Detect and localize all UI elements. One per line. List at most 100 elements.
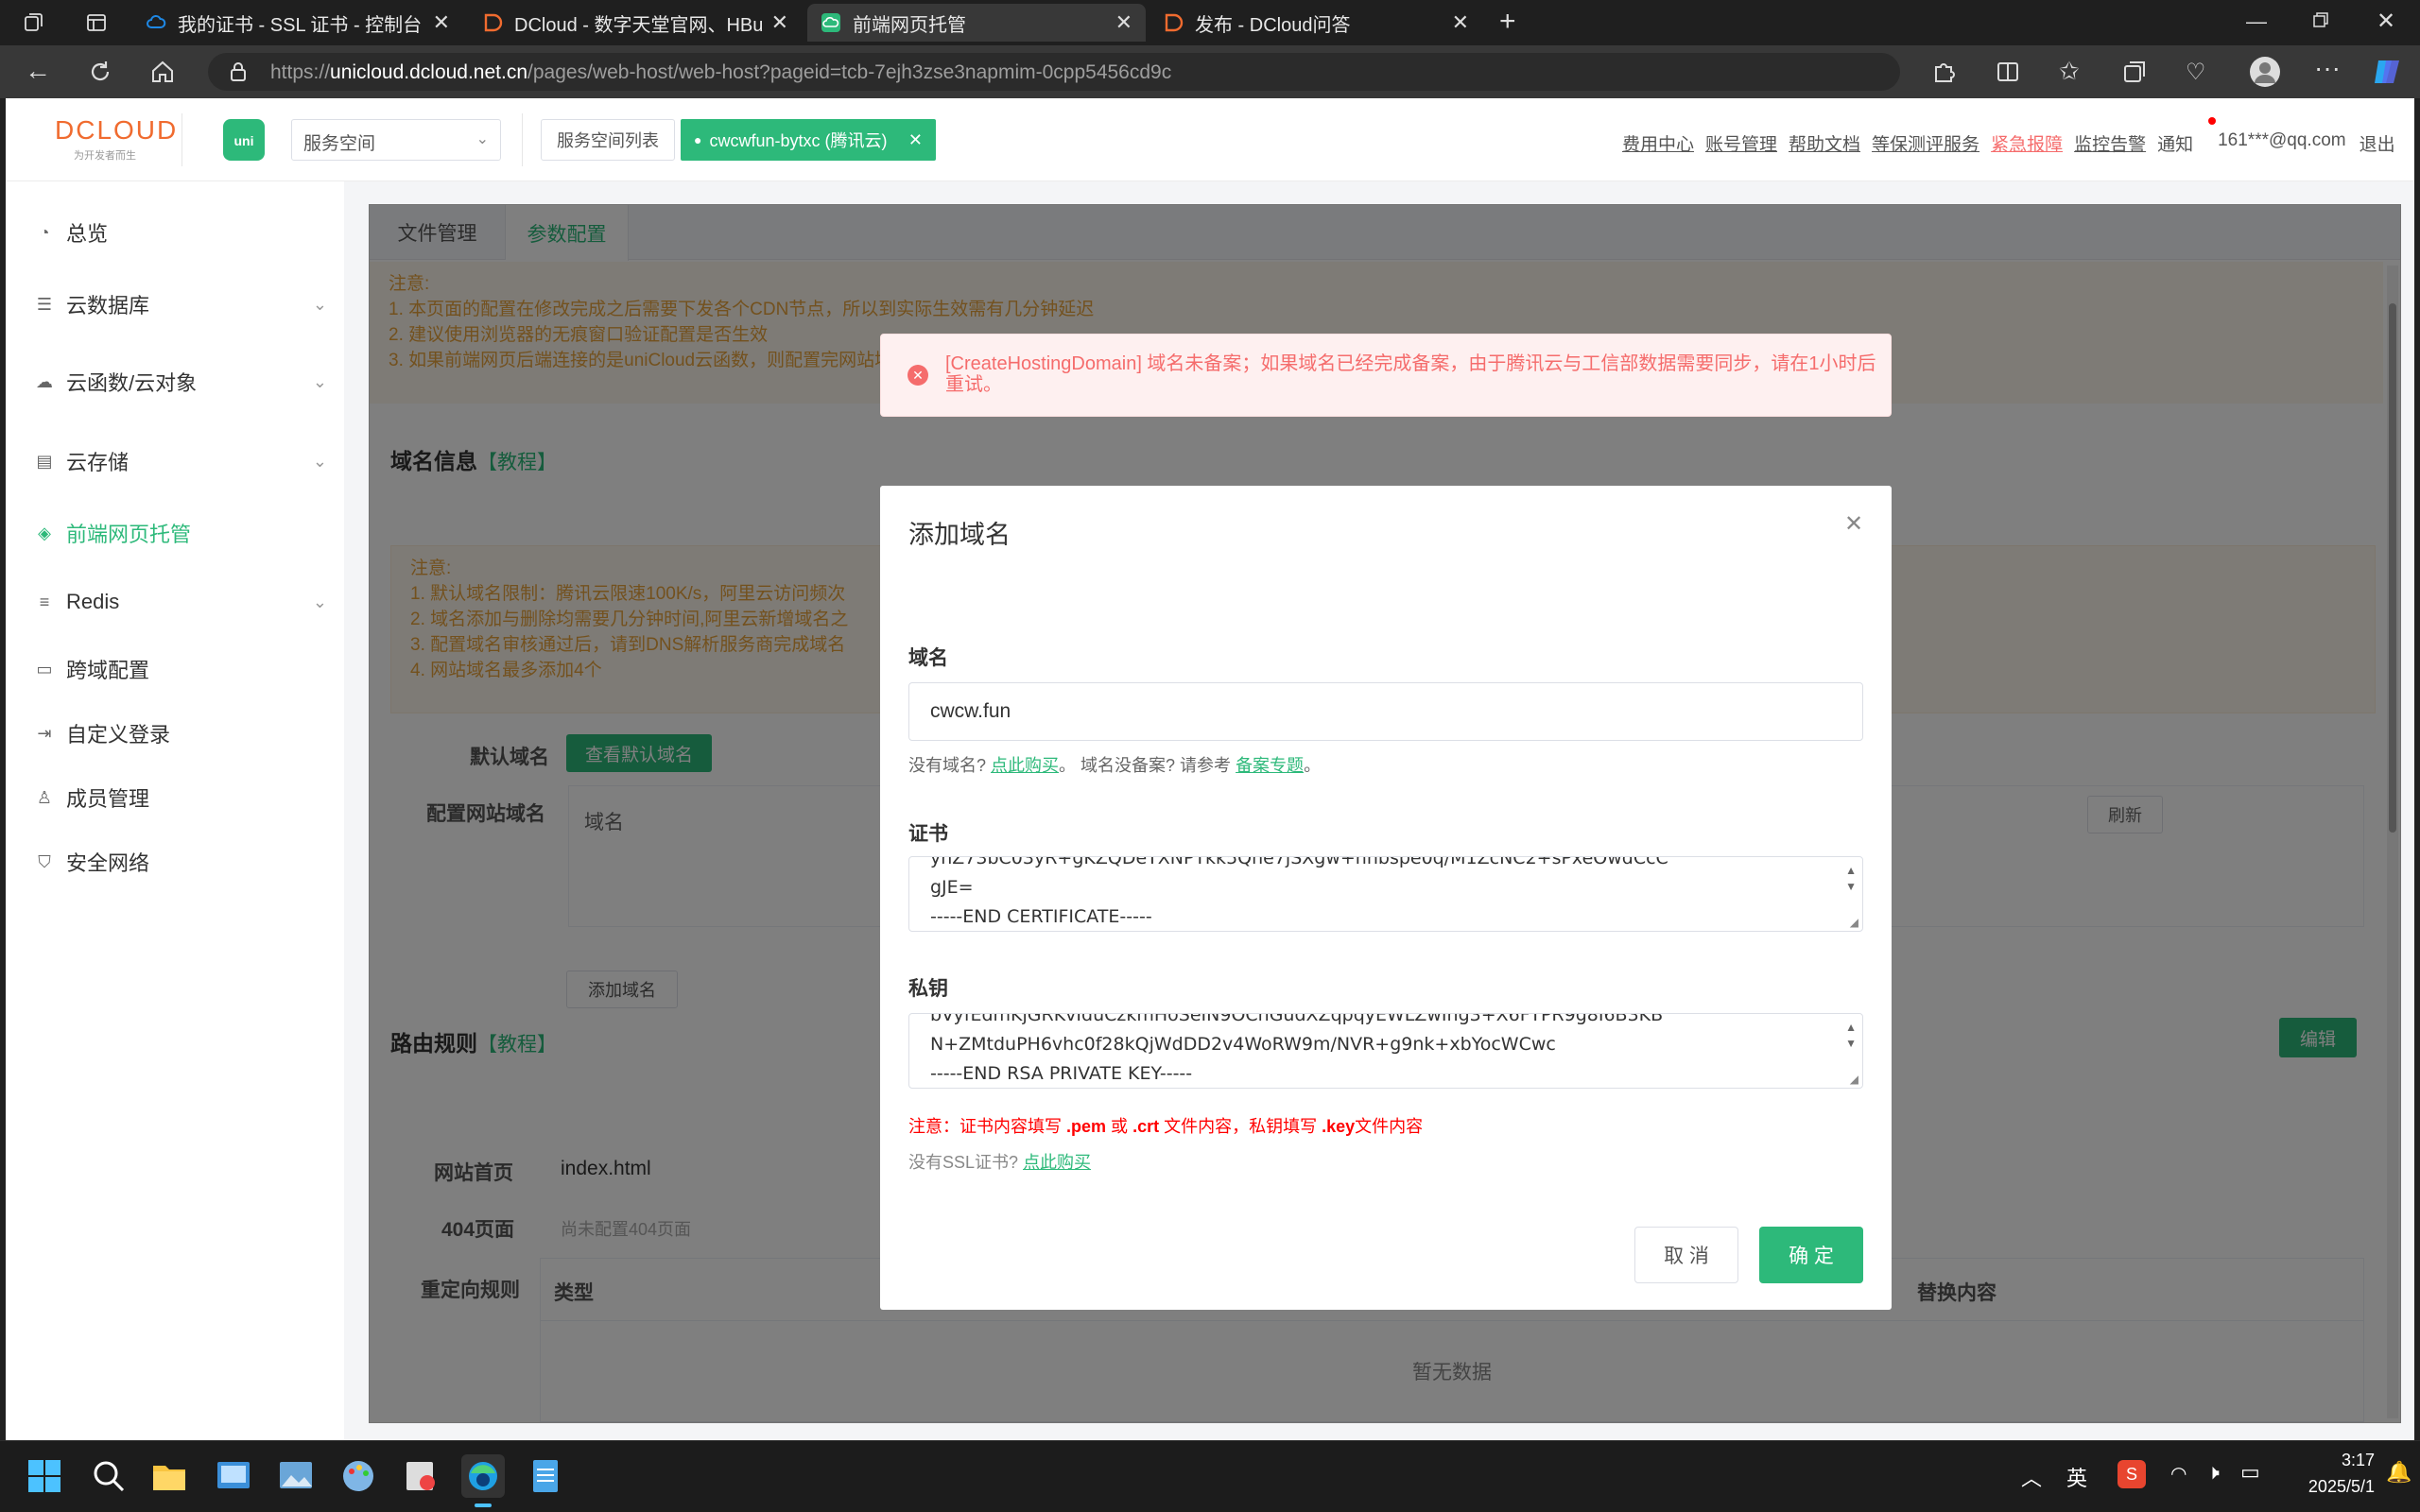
nav-monitor[interactable]: 监控告警 <box>2074 130 2146 156</box>
windows-start-icon[interactable] <box>23 1454 66 1498</box>
uni-badge: uni <box>223 119 265 161</box>
resize-handle-icon[interactable]: ◢ <box>1850 1073 1858 1086</box>
private-key-label: 私钥 <box>908 978 948 1000</box>
sidebar-item-cors[interactable]: ▭ 跨域配置 <box>34 654 337 684</box>
error-message: [CreateHostingDomain] 域名未备案；如果域名已经完成备案，由… <box>945 353 1876 395</box>
snipping-tool-icon[interactable] <box>399 1454 442 1498</box>
sidebar-item-storage[interactable]: ▤ 云存储 ⌄ <box>34 446 337 476</box>
sidebar-item-members[interactable]: ♙ 成员管理 <box>34 782 337 813</box>
tab-dcloud-ask[interactable]: 发布 - DCloud问答 ✕ <box>1150 4 1482 42</box>
new-tab-button[interactable]: + <box>1499 6 1516 38</box>
nav-docs[interactable]: 帮助文档 <box>1789 130 1860 156</box>
collections-icon[interactable] <box>2121 59 2148 85</box>
copilot-icon[interactable] <box>2371 57 2403 87</box>
notification-bell-icon[interactable]: 🔔 <box>2386 1460 2411 1485</box>
edge-browser-icon[interactable] <box>461 1454 505 1507</box>
cancel-button[interactable]: 取 消 <box>1634 1227 1738 1283</box>
favorites-icon[interactable]: ✩ <box>2059 57 2080 86</box>
url-bar[interactable]: https://unicloud.dcloud.net.cn/pages/web… <box>208 53 1900 91</box>
notepad-icon[interactable] <box>524 1454 567 1498</box>
tab-dcloud[interactable]: DCloud - 数字天堂官网、HBuilder ✕ <box>469 4 802 42</box>
buy-ssl-link[interactable]: 点此购买 <box>1023 1153 1091 1172</box>
close-icon[interactable]: ✕ <box>433 10 450 35</box>
space-tag[interactable]: ● cwcwfun-bytxc (腾讯云) ✕ <box>681 119 936 161</box>
ime-indicator[interactable]: 英 <box>2066 1462 2087 1492</box>
private-key-textarea[interactable]: bVyfEdmKjGRKvIduCzkmHoSeIN9OChGudXZqpqyE… <box>908 1013 1863 1089</box>
textarea-scroll-arrows[interactable]: ▲ ▼ <box>1845 863 1857 895</box>
file-explorer-icon[interactable] <box>147 1454 191 1498</box>
chevron-up-icon[interactable]: ︿ <box>2021 1462 2042 1492</box>
sidebar-item-web-host[interactable]: ◈ 前端网页托管 <box>34 518 337 548</box>
cors-icon: ▭ <box>36 659 53 679</box>
confirm-button[interactable]: 确 定 <box>1759 1227 1863 1283</box>
close-icon[interactable]: ✕ <box>908 130 923 150</box>
sidebar-item-database[interactable]: ☰ 云数据库 ⌄ <box>34 289 337 319</box>
close-icon[interactable]: ✕ <box>1115 10 1132 35</box>
clock[interactable]: 3:17 2025/5/1 <box>2280 1447 2375 1500</box>
close-icon[interactable]: ✕ <box>771 10 788 35</box>
close-window-icon[interactable]: ✕ <box>2377 8 2395 35</box>
workspaces-icon[interactable] <box>23 11 45 34</box>
buy-domain-link[interactable]: 点此购买 <box>991 756 1059 775</box>
space-select[interactable]: 服务空间 ⌄ <box>291 119 501 161</box>
volume-muted-icon[interactable]: 🕨 <box>2206 1460 2220 1485</box>
tab-web-host[interactable]: 前端网页托管 ✕ <box>807 4 1146 42</box>
battery-icon[interactable]: ▭ <box>2240 1460 2260 1485</box>
close-icon[interactable]: ✕ <box>1844 510 1863 538</box>
profile-avatar[interactable] <box>2250 57 2280 87</box>
storage-icon: ▤ <box>36 451 53 471</box>
divider <box>522 113 523 166</box>
nav-account[interactable]: 账号管理 <box>1705 130 1777 156</box>
app-header: DCLOUD 为开发者而生 uni 服务空间 ⌄ 服务空间列表 ● cwcwfu… <box>6 98 2414 181</box>
certificate-label: 证书 <box>908 823 948 845</box>
more-menu-icon[interactable]: ··· <box>2314 53 2341 83</box>
resize-handle-icon[interactable]: ◢ <box>1850 916 1858 929</box>
error-icon: ✕ <box>908 365 928 386</box>
icp-topic-link[interactable]: 备案专题 <box>1236 756 1304 775</box>
photos-icon[interactable] <box>274 1454 318 1498</box>
sidebar-item-redis[interactable]: ≡ Redis ⌄ <box>34 590 337 614</box>
tab-ssl-cert[interactable]: 我的证书 - SSL 证书 - 控制台 ✕ <box>132 4 463 42</box>
control-panel-icon[interactable] <box>212 1454 255 1498</box>
sogou-ime-icon[interactable]: S <box>2118 1460 2146 1488</box>
home-icon[interactable] <box>149 59 176 85</box>
space-list-button[interactable]: 服务空间列表 <box>541 119 675 161</box>
lock-icon[interactable] <box>229 61 248 82</box>
header-nav: 费用中心 账号管理 帮助文档 等保测评服务 紧急报障 监控告警 通知 161**… <box>1622 117 2395 156</box>
extensions-icon[interactable] <box>1930 59 1957 85</box>
account-email[interactable]: 161***@qq.com <box>2218 130 2345 156</box>
paint-icon[interactable] <box>337 1454 380 1498</box>
restore-icon[interactable] <box>2312 11 2329 28</box>
dcloud-logo[interactable]: DCLOUD 为开发者而生 <box>55 115 178 163</box>
clock-time: 3:17 <box>2341 1451 2375 1469</box>
domain-input[interactable]: cwcw.fun <box>908 682 1863 741</box>
close-icon[interactable]: ✕ <box>1452 10 1469 35</box>
sidebar-item-security[interactable]: ⛉ 安全网络 <box>34 847 337 877</box>
nav-security-eval[interactable]: 等保测评服务 <box>1872 130 1979 156</box>
split-screen-icon[interactable] <box>1995 59 2021 85</box>
sidebar-item-custom-login[interactable]: ⇥ 自定义登录 <box>34 718 337 748</box>
certificate-textarea[interactable]: yhZ73bC03yR+gKZQDeTXNPTkk5Qne7jSXgw+nnbs… <box>908 856 1863 932</box>
back-icon[interactable]: ← <box>25 57 51 85</box>
nav-billing[interactable]: 费用中心 <box>1622 130 1694 156</box>
database-icon: ☰ <box>36 294 53 314</box>
search-icon[interactable] <box>87 1454 130 1498</box>
nav-emergency[interactable]: 紧急报障 <box>1991 130 2063 156</box>
textarea-scroll-arrows[interactable]: ▲ ▼ <box>1845 1020 1857 1052</box>
tab-actions-icon[interactable] <box>85 11 108 34</box>
shield-icon: ⛉ <box>38 851 51 871</box>
browser-essentials-icon[interactable]: ♡ <box>2186 59 2206 86</box>
wifi-icon[interactable]: ◠ <box>2170 1462 2187 1486</box>
nav-notifications[interactable]: 通知 <box>2157 117 2217 156</box>
active-indicator <box>475 1503 492 1507</box>
sidebar-item-cloud-function[interactable]: ☁ 云函数/云对象 ⌄ <box>34 367 337 397</box>
refresh-icon[interactable] <box>87 59 113 85</box>
web-host-icon: ◈ <box>38 523 51 542</box>
domain-hint: 没有域名? 点此购买。 域名没备案? 请参考 备案专题。 <box>908 756 1322 775</box>
add-domain-dialog: 添加域名 ✕ 域名 cwcw.fun 没有域名? 点此购买。 域名没备案? 请参… <box>880 486 1892 1310</box>
minimize-icon[interactable]: — <box>2246 9 2267 34</box>
logout-link[interactable]: 退出 <box>2360 130 2395 156</box>
sidebar-item-overview[interactable]: ◔ 总览 <box>34 217 337 248</box>
chevron-down-icon: ⌄ <box>475 131 489 147</box>
unicloud-icon <box>821 12 841 33</box>
